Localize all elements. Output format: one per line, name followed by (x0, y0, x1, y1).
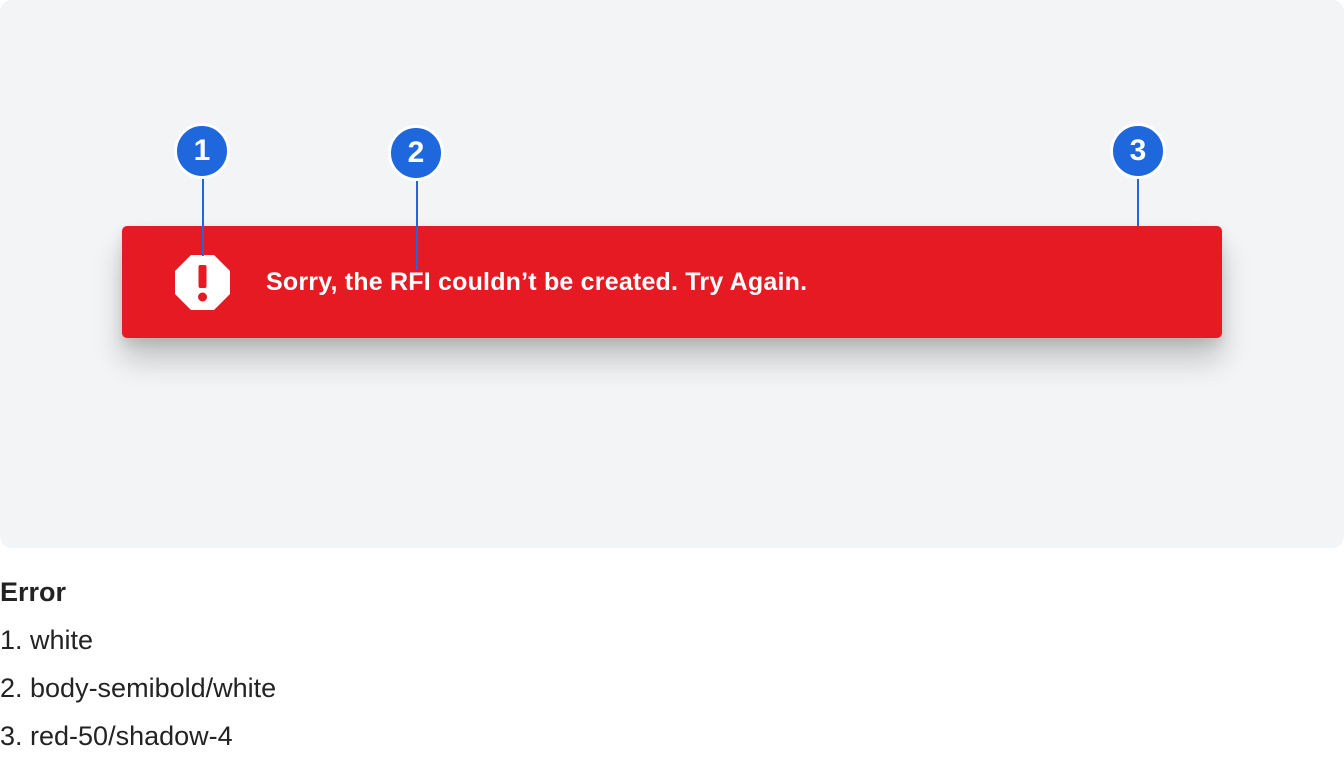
error-banner: Sorry, the RFI couldn’t be created. Try … (122, 226, 1222, 338)
callout-marker-1-label: 1 (193, 134, 211, 167)
specimen-canvas: Sorry, the RFI couldn’t be created. Try … (0, 0, 1344, 548)
callout-marker-3: 3 (1110, 123, 1166, 179)
error-message: Sorry, the RFI couldn’t be created. Try … (266, 268, 808, 296)
callout-marker-2-label: 2 (407, 136, 425, 169)
marker-3-leader (1137, 178, 1139, 226)
exclamation-bar (198, 265, 207, 288)
callout-marker-3-label: 3 (1129, 134, 1147, 167)
marker-2-leader (416, 180, 418, 270)
callout-marker-2: 2 (388, 125, 444, 181)
error-octagon-svg (175, 255, 230, 310)
spec-legend: Error 1. white 2. body-semibold/white 3.… (0, 572, 276, 764)
marker-1-leader (202, 178, 204, 256)
legend-item-3: 3. red-50/shadow-4 (0, 721, 233, 751)
legend-title: Error (0, 577, 67, 607)
error-octagon-icon (175, 255, 230, 310)
legend-item-2: 2. body-semibold/white (0, 673, 277, 703)
legend-item-1: 1. white (0, 625, 94, 655)
callout-marker-1: 1 (174, 123, 230, 179)
exclamation-dot (198, 292, 207, 302)
